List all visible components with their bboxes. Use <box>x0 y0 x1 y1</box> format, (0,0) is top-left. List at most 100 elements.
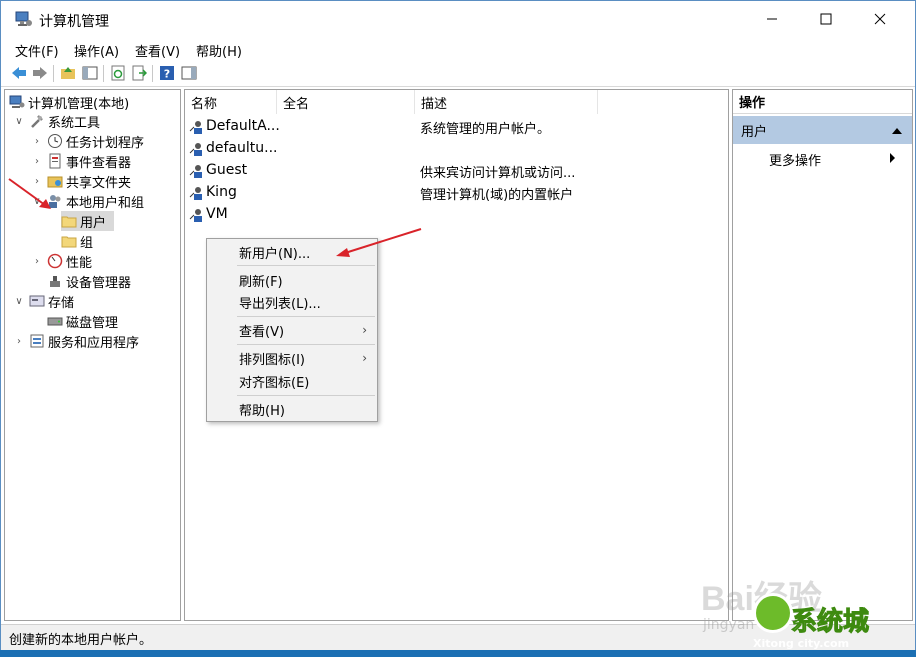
maximize-button[interactable] <box>799 1 853 37</box>
more-actions-label: 更多操作 <box>769 154 822 169</box>
expand-icon[interactable]: › <box>31 256 43 267</box>
computer-management-icon <box>15 11 33 28</box>
tree-item-services-apps[interactable]: › 服务和应用程序 <box>13 331 139 351</box>
tree-item-event-viewer[interactable]: › 事件查看器 <box>31 151 131 171</box>
menu-item-label: 刷新(F) <box>239 274 283 290</box>
console-tree: 计算机管理(本地) ∨ 系统工具 › 任务计划程序 › 事件查看器 › 共享文件… <box>4 89 181 621</box>
minimize-button[interactable] <box>745 1 799 37</box>
menu-item-help[interactable]: 帮助(H) <box>207 398 377 420</box>
collapse-icon[interactable]: ∨ <box>13 116 25 127</box>
tree-item-system-tools[interactable]: ∨ 系统工具 <box>13 111 100 131</box>
list-item[interactable]: DefaultA... 系统管理的用户帐户。 <box>185 116 730 138</box>
computer-management-window: 计算机管理 文件(F) 操作(A) 查看(V) 帮助(H) ? 计算机管理(本地… <box>0 0 916 650</box>
tree-item-shared-folders[interactable]: › 共享文件夹 <box>31 171 131 191</box>
menu-item-label: 导出列表(L)... <box>239 296 321 312</box>
watermark: Bai经验 jingyan 系统城 Xitong city.com <box>701 571 911 651</box>
user-description: 系统管理的用户帐户。 <box>420 122 551 137</box>
menu-file[interactable]: 文件(F) <box>15 41 59 60</box>
user-name: defaultu... <box>206 140 278 156</box>
tree-item-device-manager[interactable]: 设备管理器 <box>47 271 131 291</box>
user-description: 供来宾访问计算机或访问... <box>420 166 576 181</box>
menu-item-line-up-icons[interactable]: 对齐图标(E) <box>207 370 377 392</box>
actions-section-users[interactable]: 用户 <box>733 116 912 144</box>
collapse-up-icon[interactable] <box>892 124 902 139</box>
event-viewer-icon <box>47 153 63 169</box>
actions-header: 操作 <box>733 90 912 114</box>
menu-item-export-list[interactable]: 导出列表(L)... <box>207 291 377 313</box>
menu-item-new-user[interactable]: 新用户(N)... <box>207 241 377 263</box>
site-name: 系统城 <box>790 607 870 638</box>
show-hide-tree-icon[interactable] <box>82 65 98 81</box>
tree-item-label: 共享文件夹 <box>66 175 132 191</box>
tree-item-disk-management[interactable]: 磁盘管理 <box>47 311 118 331</box>
menu-help[interactable]: 帮助(H) <box>196 41 242 60</box>
actions-pane: 操作 用户 更多操作 <box>732 89 913 621</box>
tree-item-performance[interactable]: › 性能 <box>31 251 92 271</box>
tree-item-label: 本地用户和组 <box>66 195 145 211</box>
close-button[interactable] <box>853 1 907 37</box>
menu-item-label: 排列图标(I) <box>239 352 305 368</box>
show-hide-action-pane-icon[interactable] <box>181 65 197 81</box>
export-list-icon[interactable] <box>131 65 147 81</box>
toolbar: ? <box>1 61 915 87</box>
menu-item-refresh[interactable]: 刷新(F) <box>207 269 377 291</box>
menu-item-label: 帮助(H) <box>239 403 285 419</box>
up-folder-icon[interactable] <box>60 65 76 81</box>
user-icon <box>189 141 205 161</box>
users-group-icon <box>47 193 63 209</box>
column-header-name[interactable]: 名称 <box>185 90 277 114</box>
tree-item-groups[interactable]: 组 <box>61 231 93 251</box>
tree-item-task-scheduler[interactable]: › 任务计划程序 <box>31 131 144 151</box>
services-icon <box>29 333 45 349</box>
device-manager-icon <box>47 273 63 289</box>
tree-item-label: 设备管理器 <box>66 275 132 291</box>
menu-bar: 文件(F) 操作(A) 查看(V) 帮助(H) <box>1 39 915 61</box>
tree-root[interactable]: 计算机管理(本地) <box>9 92 129 112</box>
menu-item-arrange-icons[interactable]: 排列图标(I) › <box>207 347 377 369</box>
expand-icon[interactable]: › <box>31 176 43 187</box>
more-actions-item[interactable]: 更多操作 <box>769 150 909 169</box>
back-icon[interactable] <box>11 65 27 81</box>
list-item[interactable]: King 管理计算机(域)的内置帐户 <box>185 182 730 204</box>
expand-icon[interactable]: › <box>31 156 43 167</box>
expand-icon[interactable]: › <box>13 336 25 347</box>
tree-item-label: 任务计划程序 <box>66 135 145 151</box>
refresh-icon[interactable] <box>110 65 126 81</box>
column-header-description[interactable]: 描述 <box>415 90 598 114</box>
user-icon <box>189 119 205 139</box>
tree-item-label: 事件查看器 <box>66 155 132 171</box>
menu-item-label: 查看(V) <box>239 324 285 340</box>
menu-item-label: 新用户(N)... <box>239 246 311 262</box>
submenu-arrow-icon: › <box>362 323 367 337</box>
user-name: Guest <box>206 162 248 178</box>
menu-view[interactable]: 查看(V) <box>135 41 180 60</box>
menu-item-label: 对齐图标(E) <box>239 375 310 391</box>
tree-item-label: 磁盘管理 <box>66 315 119 331</box>
tree-item-users[interactable]: 用户 <box>61 211 114 231</box>
tree-item-label: 用户 <box>80 215 107 231</box>
menu-action[interactable]: 操作(A) <box>74 41 119 60</box>
help-icon[interactable]: ? <box>159 65 175 81</box>
user-name: VM <box>206 206 228 222</box>
tree-item-storage[interactable]: ∨ 存储 <box>13 291 74 311</box>
svg-text:?: ? <box>164 68 170 81</box>
user-icon <box>189 185 205 205</box>
tree-item-label: 性能 <box>66 255 93 271</box>
list-item[interactable]: defaultu... <box>185 138 730 160</box>
expand-icon[interactable]: › <box>31 136 43 147</box>
tree-item-label: 系统工具 <box>48 115 101 131</box>
menu-item-view[interactable]: 查看(V) › <box>207 319 377 341</box>
column-header-fullname[interactable]: 全名 <box>277 90 415 114</box>
forward-icon[interactable] <box>32 65 48 81</box>
collapse-icon[interactable]: ∨ <box>13 296 25 307</box>
jingyan-watermark: jingyan <box>703 617 755 633</box>
performance-icon <box>47 253 63 269</box>
list-item[interactable]: VM <box>185 204 730 226</box>
system-tools-icon <box>29 113 45 129</box>
storage-icon <box>29 293 45 309</box>
folder-icon <box>61 233 77 249</box>
user-name: DefaultA... <box>206 118 280 134</box>
list-item[interactable]: Guest 供来宾访问计算机或访问... <box>185 160 730 182</box>
tree-item-local-users-groups[interactable]: ∨ 本地用户和组 <box>31 191 144 211</box>
collapse-icon[interactable]: ∨ <box>31 196 43 207</box>
